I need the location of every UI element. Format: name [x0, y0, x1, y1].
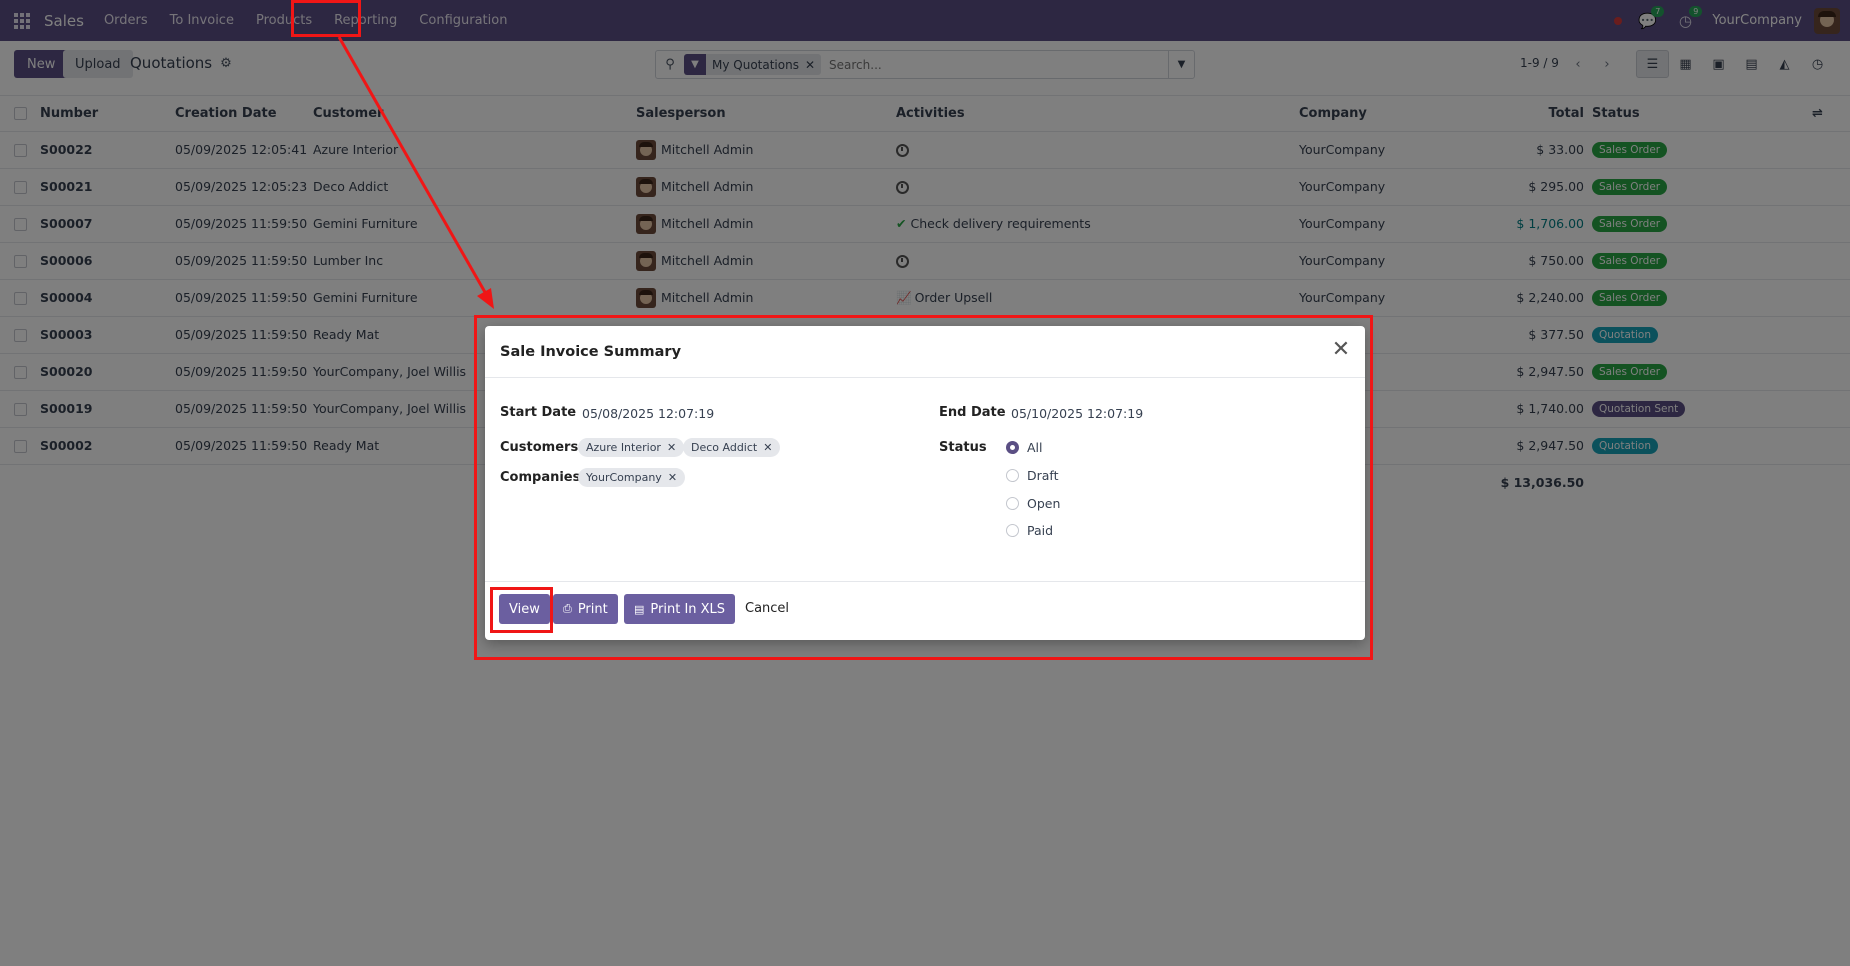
highlight-view-button	[490, 587, 553, 633]
highlight-reporting	[291, 0, 361, 37]
highlight-dialog	[474, 315, 1373, 660]
